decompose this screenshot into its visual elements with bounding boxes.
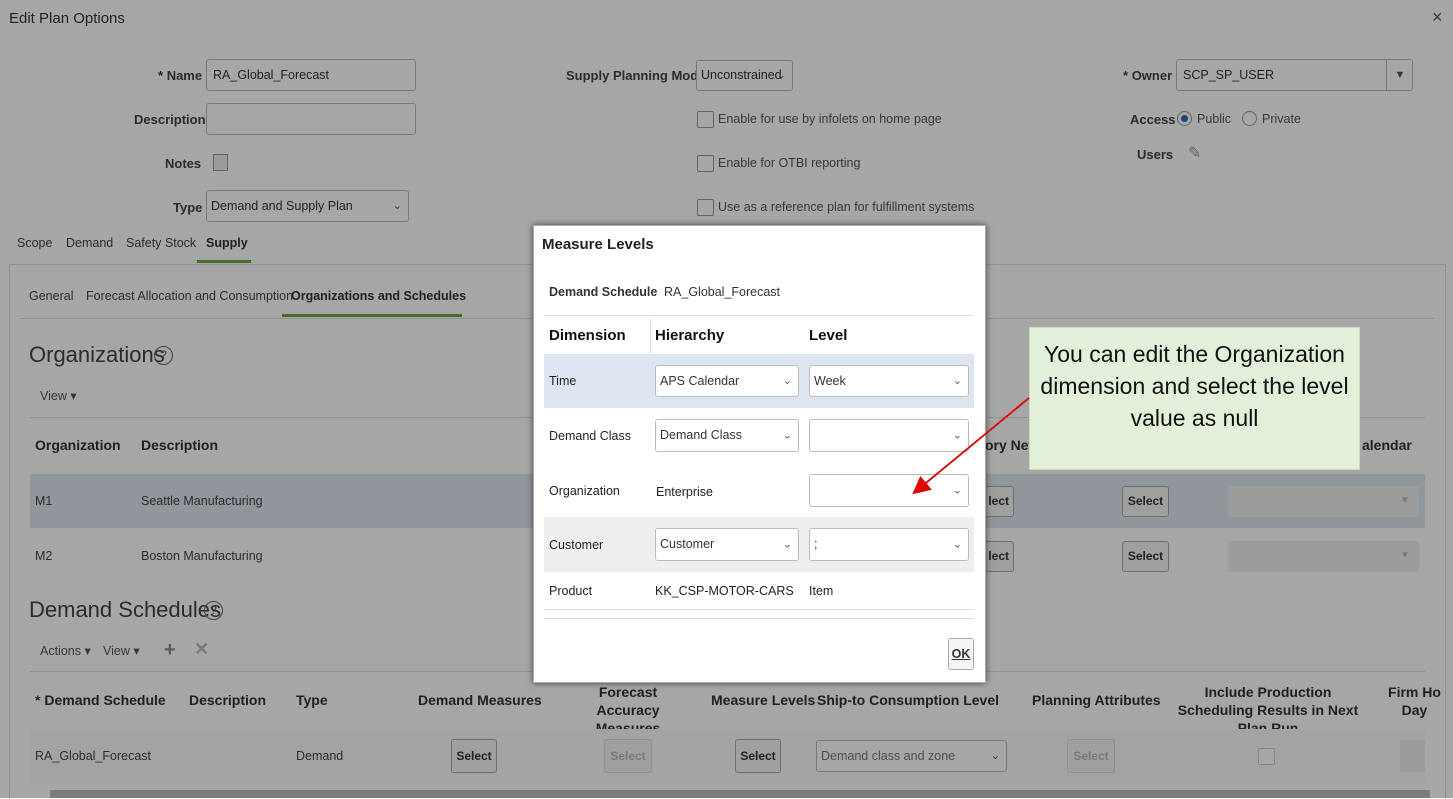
callout-arrow: [912, 397, 1030, 495]
